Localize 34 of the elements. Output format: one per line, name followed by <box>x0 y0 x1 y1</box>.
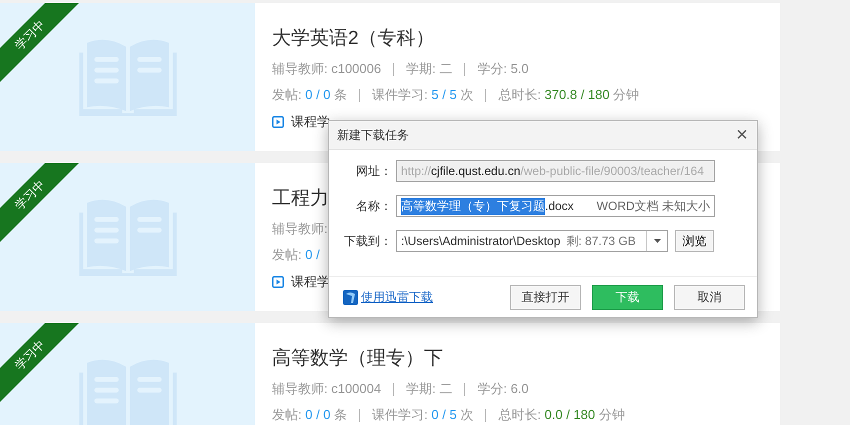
url-field[interactable]: http://cjfile.qust.edu.cn/web-public-file/90003/teacher/164 <box>396 160 715 182</box>
field-label: 下载到： <box>343 232 393 250</box>
course-stat: 总时长: 0.0 / 180 分钟 <box>498 406 625 424</box>
thunder-link[interactable]: 使用迅雷下载 <box>361 288 433 306</box>
course-title[interactable]: 大学英语2（专科） <box>272 25 640 53</box>
course-meta: 辅导教师: c100006 <box>272 60 382 78</box>
course-stat: 课件学习: 0 / 5 次 <box>372 406 474 424</box>
field-label: 网址： <box>355 162 393 180</box>
course-meta: 学期: 二 <box>406 60 452 78</box>
course-title[interactable]: 高等数学（理专）下 <box>272 345 625 373</box>
dialog-button[interactable]: 直接打开 <box>510 284 581 310</box>
course-meta: 辅导教师: <box>272 220 328 238</box>
course-meta: 学分: 6.0 <box>477 380 529 398</box>
course-link[interactable]: 课程学 <box>291 113 330 131</box>
caret-icon <box>654 239 660 243</box>
course-stat: 课件学习: 5 / 5 次 <box>372 86 474 104</box>
folder-dropdown[interactable]: :\Users\Administrator\Desktop 剩: 87.73 GB <box>396 230 668 252</box>
name-field[interactable]: 高等数学理（专）下复习题.docx WORD文档 未知大小 <box>396 195 715 217</box>
field-label: 名称： <box>355 198 393 214</box>
browse-button[interactable]: 浏览 <box>675 230 714 252</box>
close-button[interactable]: × <box>727 121 757 149</box>
course-stat: 发帖: 0 / 0 条 <box>272 406 348 424</box>
course-meta: 学期: 二 <box>406 380 452 398</box>
thunder-icon <box>343 290 358 304</box>
play-icon <box>272 116 284 128</box>
course-title[interactable]: 工程力 <box>272 185 330 213</box>
course-stat: 发帖: 0 / <box>272 246 320 264</box>
course-meta: 学分: 5.0 <box>477 60 529 78</box>
play-icon <box>272 276 284 288</box>
dialog-button[interactable]: 取消 <box>674 284 745 310</box>
course-stat: 总时长: 370.8 / 180 分钟 <box>498 86 640 104</box>
course-meta: 辅导教师: c100004 <box>272 380 382 398</box>
dialog-title: 新建下载任务 <box>337 126 409 144</box>
course-stat: 发帖: 0 / 0 条 <box>272 86 348 104</box>
